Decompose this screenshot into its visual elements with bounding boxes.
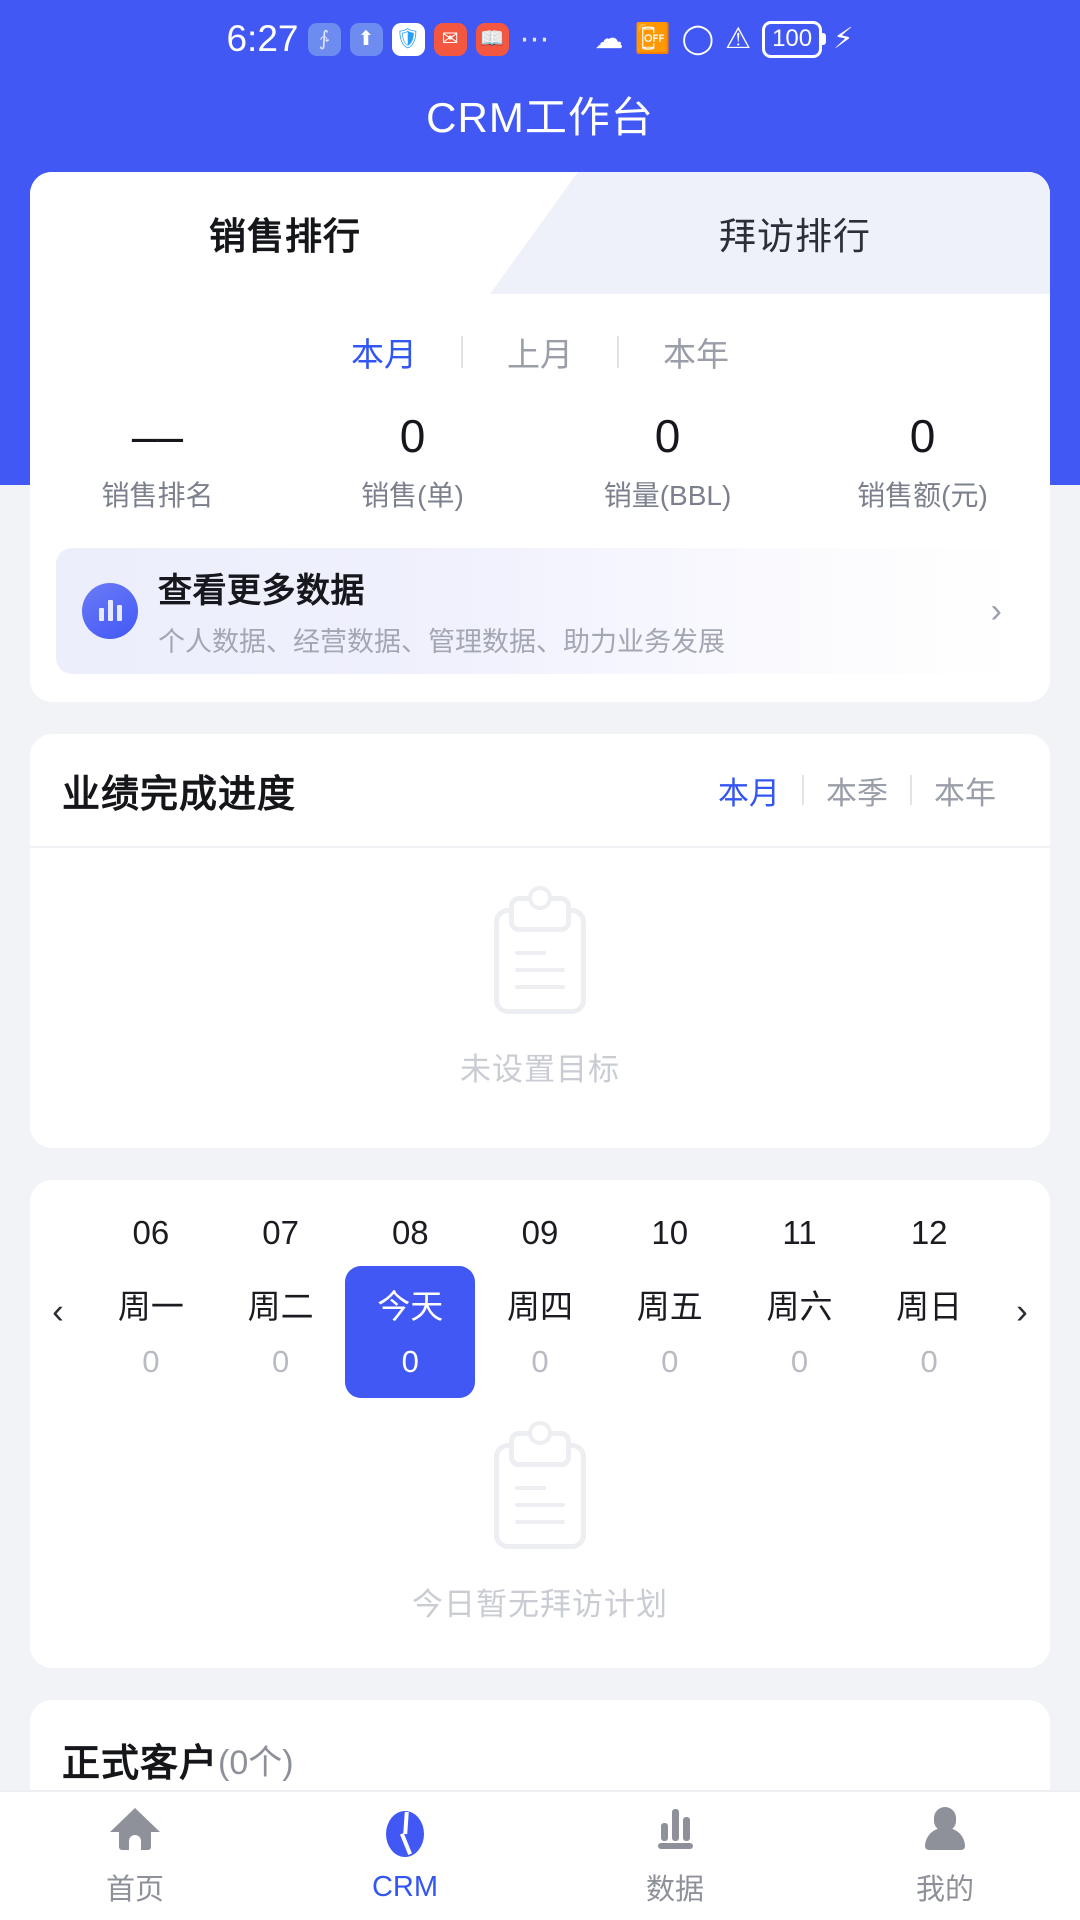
week-day-sunday[interactable]: 周日 0 (864, 1266, 994, 1398)
week-day-name: 周六 (766, 1280, 832, 1328)
app-screen: 6:27 ∱ ⬆ 🛡 ✉ 📖 ⋯ ☁ 📴 ◯ ⚠ 100 ⚡ CRM工作台 销售… (0, 0, 1080, 1920)
stats-row: –– 销售排名 0 销售(单) 0 销量(BBL) 0 销售额(元) (30, 392, 1050, 548)
nav-item-data[interactable]: 数据 (540, 1792, 810, 1920)
nav-item-profile[interactable]: 我的 (810, 1792, 1080, 1920)
stat-sales-orders: 0 销售(单) (285, 408, 540, 514)
week-days-row: ‹ 周一 0 周二 0 今天 0 周四 (30, 1252, 1050, 1398)
prev-week-icon[interactable]: ‹ (30, 1266, 86, 1398)
nav-item-home[interactable]: 首页 (0, 1792, 270, 1920)
week-date: 12 (864, 1214, 994, 1252)
week-dates-row: 06 07 08 09 10 11 12 (30, 1214, 1050, 1252)
week-day-saturday[interactable]: 周六 0 (735, 1266, 865, 1398)
performance-progress-card: 业绩完成进度 本月 本季 本年 未设置目标 (30, 734, 1050, 1148)
tab-visit-rank[interactable]: 拜访排行 (540, 172, 1050, 294)
period-last-month[interactable]: 上月 (463, 328, 617, 376)
week-date: 06 (86, 1214, 216, 1252)
period-this-year[interactable]: 本年 (619, 328, 773, 376)
stat-sales-rank: –– 销售排名 (30, 408, 285, 514)
progress-empty-text: 未设置目标 (460, 1044, 620, 1089)
week-date: 09 (475, 1214, 605, 1252)
week-day-count: 0 (402, 1344, 419, 1380)
week-day-today[interactable]: 今天 0 (345, 1266, 475, 1398)
clipboard-icon (494, 1443, 586, 1549)
week-day-monday[interactable]: 周一 0 (86, 1266, 216, 1398)
progress-card-header: 业绩完成进度 本月 本季 本年 (30, 734, 1050, 848)
week-day-name: 周四 (507, 1280, 573, 1328)
week-day-count: 0 (272, 1344, 289, 1380)
week-day-name: 周一 (118, 1280, 184, 1328)
week-day-name: 周五 (637, 1280, 703, 1328)
nav-label: CRM (372, 1871, 438, 1904)
banner-text: 查看更多数据 个人数据、经营数据、管理数据、助力业务发展 (158, 563, 983, 659)
sales-rank-card: 销售排行 拜访排行 本月 上月 本年 –– 销售排名 0 销售(单) (30, 172, 1050, 702)
rank-tabs: 销售排行 拜访排行 (30, 172, 1050, 294)
visit-plan-empty-text: 今日暂无拜访计划 (412, 1579, 668, 1624)
visit-plan-empty-state: 今日暂无拜访计划 (30, 1398, 1050, 1668)
stat-sales-amount: 0 销售额(元) (795, 408, 1050, 514)
week-day-count: 0 (142, 1344, 159, 1380)
progress-card-title: 业绩完成进度 (62, 763, 696, 818)
stat-value: –– (30, 408, 285, 464)
segment-this-year[interactable]: 本年 (912, 768, 1018, 813)
week-day-thursday[interactable]: 周四 0 (475, 1266, 605, 1398)
stat-value: 0 (540, 408, 795, 464)
period-this-month[interactable]: 本月 (307, 328, 461, 376)
next-week-icon[interactable]: › (994, 1266, 1050, 1398)
progress-empty-state: 未设置目标 (30, 848, 1050, 1148)
week-date: 08 (345, 1214, 475, 1252)
week-day-tuesday[interactable]: 周二 0 (216, 1266, 346, 1398)
view-more-data-banner[interactable]: 查看更多数据 个人数据、经营数据、管理数据、助力业务发展 › (56, 548, 1024, 674)
nav-item-crm[interactable]: CRM (270, 1792, 540, 1920)
tab-sales-rank[interactable]: 销售排行 (30, 172, 540, 294)
period-selector: 本月 上月 本年 (30, 294, 1050, 392)
stat-label: 销售(单) (285, 474, 540, 514)
home-icon (110, 1804, 160, 1854)
week-date: 07 (216, 1214, 346, 1252)
customer-count: (0个) (218, 1735, 294, 1784)
bar-chart-icon (650, 1804, 700, 1854)
stat-label: 销售额(元) (795, 474, 1050, 514)
week-date: 10 (605, 1214, 735, 1252)
pie-chart-icon (380, 1809, 430, 1859)
nav-label: 数据 (646, 1866, 704, 1908)
person-icon (920, 1804, 970, 1854)
visit-plan-card: 06 07 08 09 10 11 12 ‹ 周一 0 周二 0 (30, 1180, 1050, 1668)
week-date: 11 (735, 1214, 865, 1252)
segment-this-month[interactable]: 本月 (696, 768, 802, 813)
stat-sales-volume: 0 销量(BBL) (540, 408, 795, 514)
bar-chart-icon (82, 583, 138, 639)
segment-this-quarter[interactable]: 本季 (804, 768, 910, 813)
stat-label: 销售排名 (30, 474, 285, 514)
banner-title: 查看更多数据 (158, 563, 983, 612)
progress-segment-control: 本月 本季 本年 (696, 768, 1018, 813)
stat-value: 0 (285, 408, 540, 464)
bottom-navigation: 首页 CRM 数据 我的 (0, 1790, 1080, 1920)
banner-subtitle: 个人数据、经营数据、管理数据、助力业务发展 (158, 620, 983, 659)
week-day-friday[interactable]: 周五 0 (605, 1266, 735, 1398)
stat-value: 0 (795, 408, 1050, 464)
week-day-count: 0 (791, 1344, 808, 1380)
clipboard-icon (494, 908, 586, 1014)
stat-label: 销量(BBL) (540, 474, 795, 514)
nav-label: 首页 (106, 1866, 164, 1908)
week-day-name: 周日 (896, 1280, 962, 1328)
customer-card-title: 正式客户 (62, 1732, 218, 1787)
week-day-count: 0 (531, 1344, 548, 1380)
nav-label: 我的 (916, 1866, 974, 1908)
scroll-container[interactable]: 销售排行 拜访排行 本月 上月 本年 –– 销售排名 0 销售(单) (0, 0, 1080, 1790)
week-day-name: 今天 (377, 1280, 443, 1328)
week-day-name: 周二 (248, 1280, 314, 1328)
chevron-right-icon: › (983, 592, 1002, 631)
week-day-count: 0 (921, 1344, 938, 1380)
week-day-count: 0 (661, 1344, 678, 1380)
week-days: 周一 0 周二 0 今天 0 周四 0 (86, 1266, 994, 1398)
